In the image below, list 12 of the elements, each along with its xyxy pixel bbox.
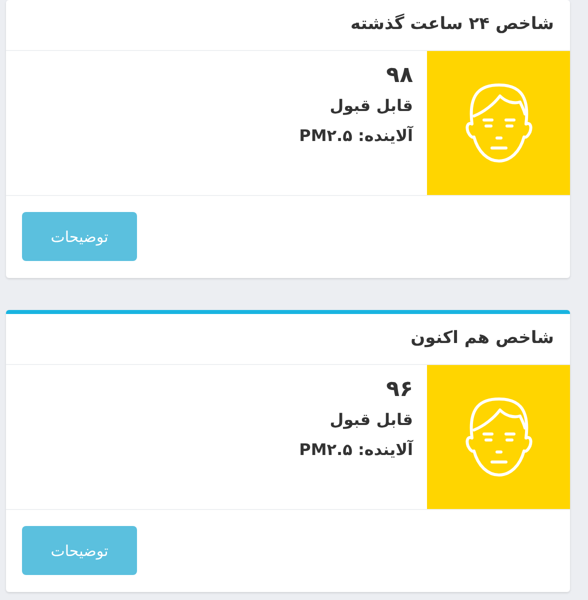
pollutant-label: آلاینده: PM۲.۵	[299, 124, 413, 147]
face-icon	[464, 396, 534, 478]
index-value: ۹۶	[386, 376, 413, 404]
card-title: شاخص ۲۴ ساعت گذشته	[350, 14, 554, 34]
details-button[interactable]: توضیحات	[22, 212, 137, 261]
status-label: قابل قبول	[330, 409, 413, 431]
status-label: قابل قبول	[330, 95, 413, 117]
details-button[interactable]: توضیحات	[22, 526, 137, 575]
pollutant-label: آلاینده: PM۲.۵	[299, 438, 413, 461]
face-icon	[464, 82, 534, 164]
index-value: ۹۸	[386, 62, 413, 90]
card-title: شاخص هم اکنون	[410, 328, 554, 348]
